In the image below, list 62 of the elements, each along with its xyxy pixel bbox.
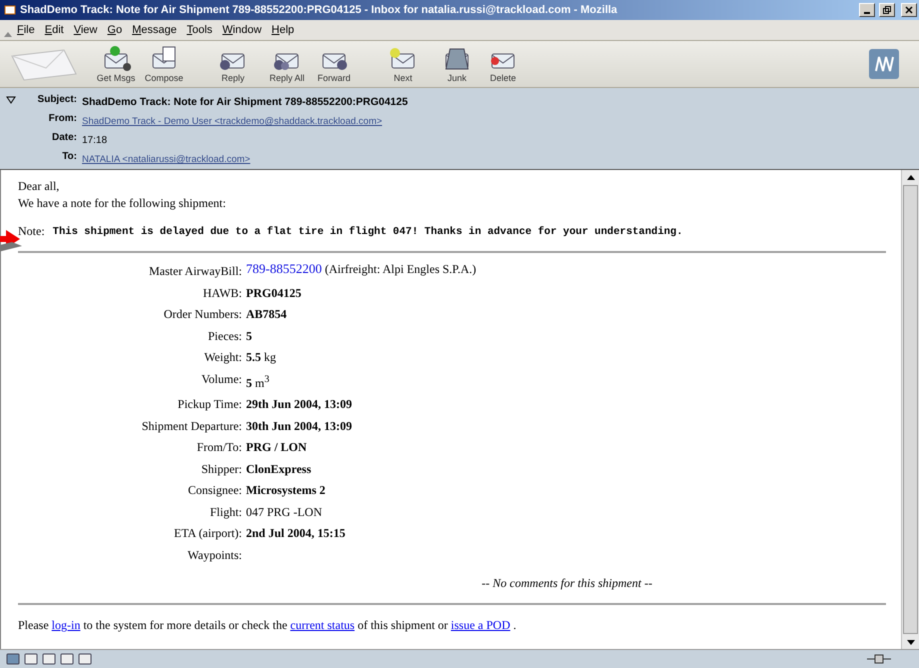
detail-label: Waypoints: xyxy=(186,546,242,564)
detail-label: Shipment Departure: xyxy=(140,418,242,434)
text-link[interactable]: current status xyxy=(290,618,355,632)
detail-value: 5 m$^{3}$ xyxy=(246,372,270,392)
toolbar-button[interactable]: Reply All xyxy=(264,41,310,87)
menu-item[interactable]: Help xyxy=(266,24,300,36)
toolbar-button[interactable]: Get Msgs xyxy=(92,41,140,87)
menu-item[interactable]: Window xyxy=(217,24,267,36)
header-value: ShadDemo Track: Note for Air Shipment 789-88552200:PRG04125 xyxy=(82,96,408,108)
toolbar-button[interactable]: Reply xyxy=(202,41,264,87)
detail-value: 047 PRG -LON xyxy=(246,504,324,520)
detail-label: HAWB: xyxy=(202,284,242,302)
address-link[interactable]: ShadDemo Track - Demo User <trackdemo@shaddack.trackload.com> xyxy=(82,116,382,127)
detail-value: Microsystems 2 xyxy=(246,482,326,499)
detail-value: ClonExpress xyxy=(246,460,312,478)
detail-label: From/To: xyxy=(196,439,242,456)
detail-label: Order Numbers: xyxy=(162,306,242,323)
toolbar-button[interactable]: Delete xyxy=(480,41,526,87)
detail-value: 30th Jun 2004, 13:09 xyxy=(246,418,354,434)
text-link[interactable]: log-in xyxy=(52,618,80,632)
menu-item[interactable]: Tools xyxy=(182,24,218,36)
detail-label: Flight: xyxy=(208,504,242,521)
detail-value: PRG04125 xyxy=(246,284,302,302)
address-link[interactable]: NATALIA <nataliarussi@trackload.com> xyxy=(82,154,250,165)
detail-value: AB7854 xyxy=(246,306,288,323)
detail-value: 5.5 kg xyxy=(246,349,277,366)
header-label: To: xyxy=(61,150,78,164)
note-text: This shipment is delayed due to a flat tire in flight 047! Thanks in advance for your understanding. xyxy=(52,226,683,238)
detail-label: Pieces: xyxy=(207,328,242,344)
menu-item[interactable]: Go xyxy=(102,24,128,36)
text-link[interactable]: issue a POD xyxy=(450,618,510,632)
detail-label: Shipper: xyxy=(200,460,242,478)
detail-label: Weight: xyxy=(203,349,242,366)
menu-item[interactable]: View xyxy=(68,24,102,36)
detail-value: 5 xyxy=(246,328,253,344)
detail-value: PRG / LON xyxy=(246,439,308,456)
header-label: Subject: xyxy=(36,93,78,107)
intro-text: We have a note for the following shipment: xyxy=(18,195,227,212)
menu-item[interactable]: Edit xyxy=(40,24,69,36)
header-label: From: xyxy=(48,112,78,126)
window-title: ShadDemo Track: Note for Air Shipment 789-88552200:PRG04125 - Inbox for natalia.russi@trackload.com - Mozilla xyxy=(20,4,618,16)
comments-text: -- No comments for this shipment -- xyxy=(482,576,652,590)
menu-item[interactable]: Message xyxy=(127,24,182,36)
greeting-text: Dear all, xyxy=(18,178,60,195)
toolbar-button[interactable]: Next xyxy=(372,41,434,87)
toolbar-button[interactable]: Forward xyxy=(310,41,358,87)
footer-sentence: Please log-in to the system for more details or check the current status of this shipment or issue a POD . xyxy=(18,617,518,634)
toolbar-button[interactable]: Compose xyxy=(140,41,188,87)
detail-label: Volume: xyxy=(200,370,242,388)
detail-label: Master AirwayBill: xyxy=(148,263,242,280)
menu-item[interactable]: File xyxy=(12,24,40,36)
header-label: Date: xyxy=(50,131,78,145)
header-value: 17:18 xyxy=(82,135,108,146)
airwaybill-link[interactable]: 789-88552200 xyxy=(246,261,322,276)
toolbar-button[interactable]: Junk xyxy=(434,41,480,87)
detail-label: Pickup Time: xyxy=(176,396,242,413)
detail-label: ETA (airport): xyxy=(172,525,242,542)
detail-value: 2nd Jul 2004, 15:15 xyxy=(246,525,346,542)
note-label: Note: xyxy=(18,224,45,239)
detail-value: (Airfreight: Alpi Engles S.P.A.) xyxy=(324,262,476,276)
detail-label: Consignee: xyxy=(187,482,242,499)
detail-value: 29th Jun 2004, 13:09 xyxy=(246,396,354,413)
